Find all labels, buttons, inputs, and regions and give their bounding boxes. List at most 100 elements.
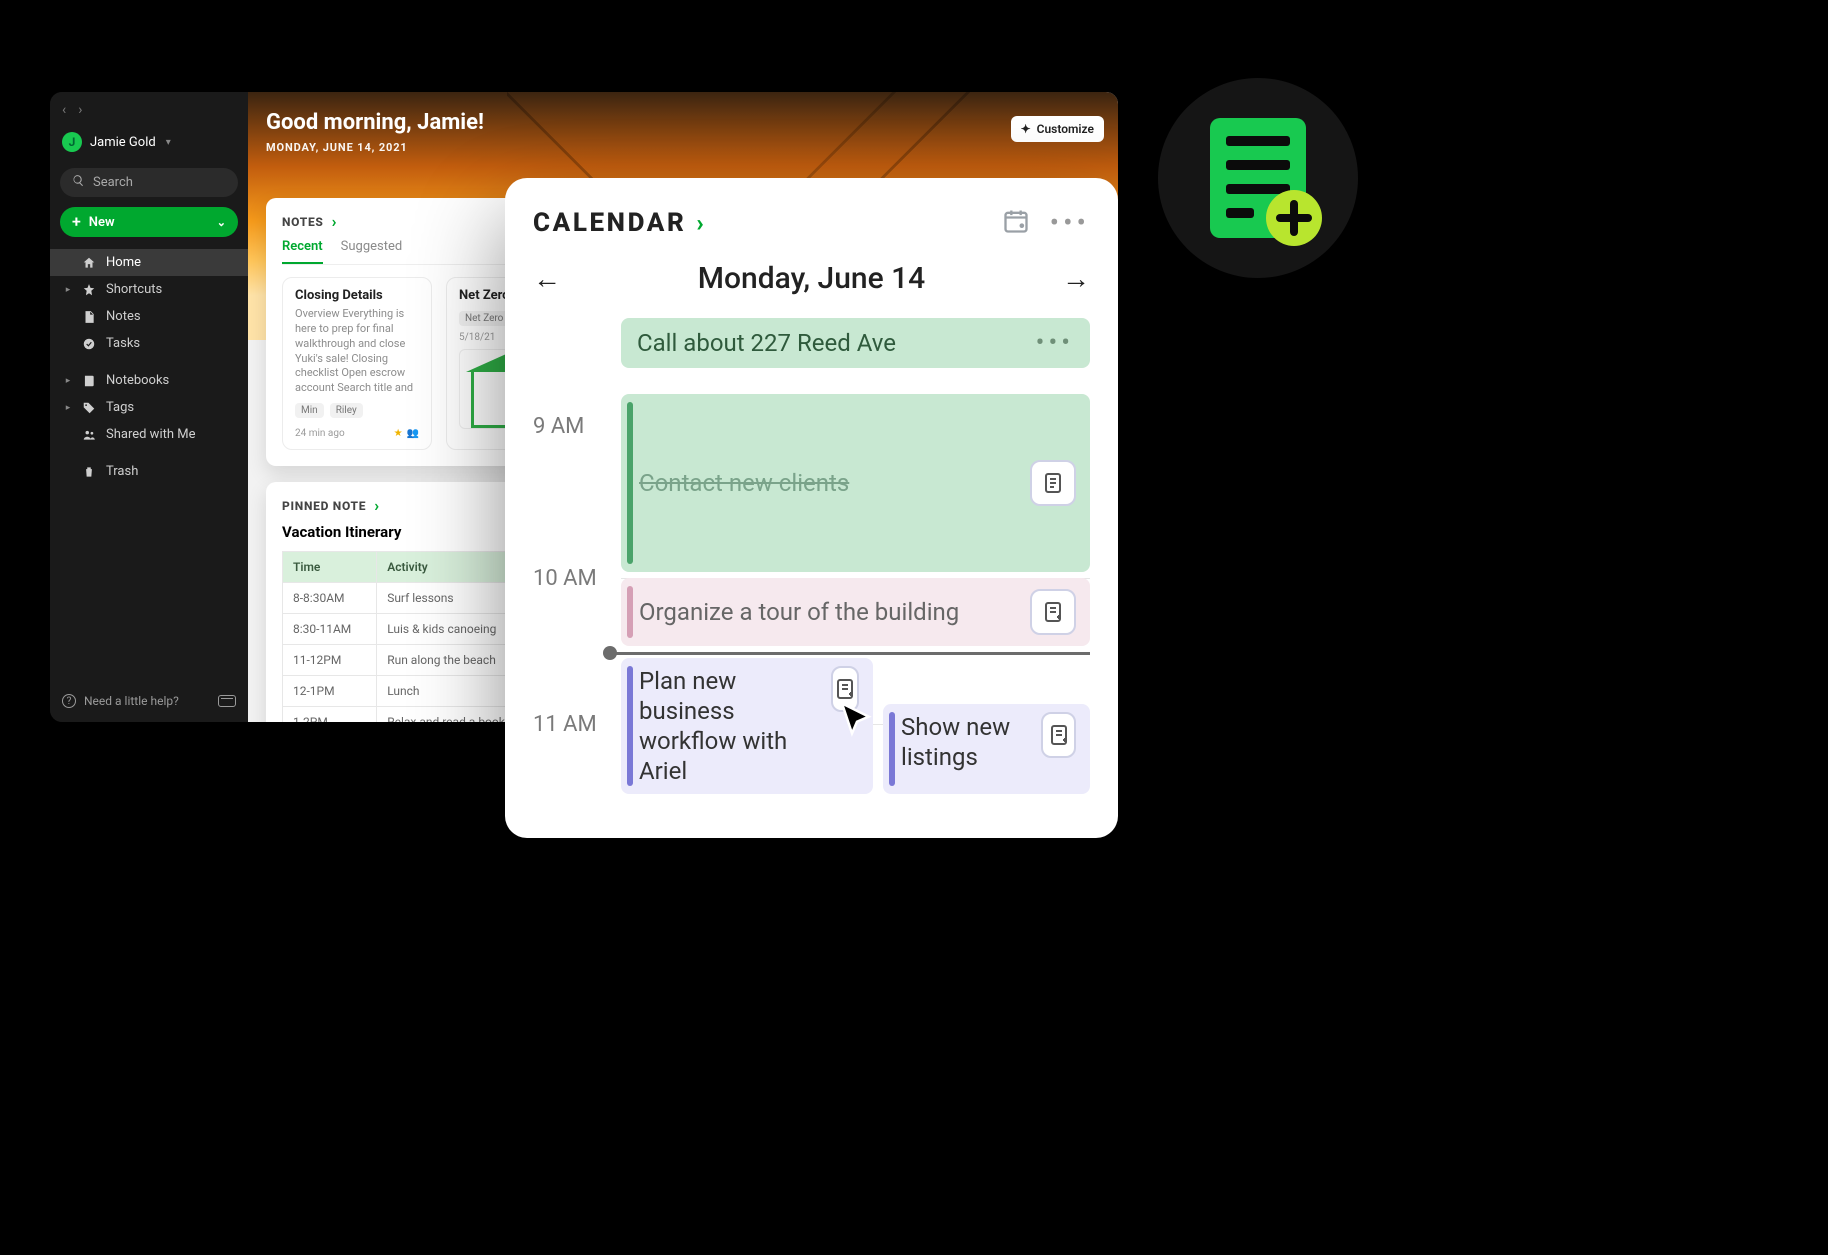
people-icon [82,428,96,442]
greeting-date: MONDAY, JUNE 14, 2021 [266,141,484,154]
search-icon [72,174,85,191]
sidebar-item-notes[interactable]: Notes [50,303,248,330]
tab-suggested[interactable]: Suggested [341,239,403,264]
table-row: 1-2PMRelax and read a book [283,707,542,723]
user-menu[interactable]: J Jamie Gold ▾ [62,132,236,152]
sidebar: ‹ › J Jamie Gold ▾ Search + New ⌄ [50,92,248,722]
customize-label: Customize [1037,122,1094,136]
create-note-icon[interactable] [831,666,859,712]
note-card-title: Closing Details [295,288,419,303]
new-button-label: New [89,215,115,230]
customize-button[interactable]: ✦ Customize [1011,116,1104,142]
sidebar-item-label: Shared with Me [106,427,196,442]
table-row: 11-12PMRun along the beach [283,645,542,676]
event-title: Call about 227 Reed Ave [637,329,896,357]
sidebar-item-home[interactable]: Home [50,249,248,276]
tag-chip: Net Zero [459,311,509,326]
event-title: Plan new business workflow with Ariel [639,666,823,786]
avatar: J [62,132,82,152]
calendar-title: CALENDAR [533,208,686,238]
note-card[interactable]: Closing Details Overview Everything is h… [282,277,432,450]
chevron-right-icon[interactable]: › [374,496,379,515]
sidebar-item-shared[interactable]: Shared with Me [50,421,248,448]
shared-icon: 👥 [407,428,419,439]
new-note-badge[interactable] [1158,78,1358,278]
sidebar-item-tags[interactable]: ▸ Tags [50,394,248,421]
calendar-event[interactable]: Show new listings [883,704,1090,794]
star-icon: ★ [394,428,403,439]
more-icon[interactable]: ••• [1050,206,1090,239]
event-title: Contact new clients [639,469,849,497]
table-row: 8-8:30AMSurf lessons [283,583,542,614]
event-color-bar [889,712,895,786]
create-note-icon[interactable] [1030,589,1076,635]
tag-chip: Riley [330,403,363,418]
calendar-icon[interactable] [1002,207,1030,239]
sidebar-item-label: Trash [106,464,138,479]
table-row: 12-1PMLunch [283,676,542,707]
panel-title: NOTES [282,215,324,229]
nav-forward-icon[interactable]: › [78,102,82,118]
chevron-down-icon: ▾ [166,137,171,148]
nav-back-icon[interactable]: ‹ [62,102,66,118]
calendar-widget: CALENDAR › ••• ← Monday, June 14 → Call … [505,178,1118,838]
current-time-indicator [609,652,1090,655]
sidebar-item-label: Notes [106,309,141,324]
calendar-event[interactable]: Organize a tour of the building [621,578,1090,646]
tag-icon [82,401,96,415]
prev-day-button[interactable]: ← [533,262,561,295]
note-card-age: 24 min ago [295,428,345,439]
chevron-right-icon[interactable]: › [332,212,337,231]
calendar-event[interactable]: Plan new business workflow with Ariel [621,658,873,794]
sidebar-item-tasks[interactable]: Tasks [50,330,248,357]
trash-icon [82,465,96,479]
note-card-preview: Overview Everything is here to prep for … [295,307,419,395]
notebook-icon [82,374,96,388]
open-note-icon[interactable] [1030,460,1076,506]
sidebar-item-label: Tasks [106,336,140,351]
sidebar-item-label: Notebooks [106,373,169,388]
chevron-down-icon: ⌄ [217,216,226,229]
more-icon[interactable]: ••• [1036,328,1074,358]
event-color-bar [627,402,633,564]
calendar-event[interactable]: Contact new clients [621,394,1090,572]
search-input[interactable]: Search [60,168,238,197]
all-day-event[interactable]: Call about 227 Reed Ave ••• [621,318,1090,368]
search-placeholder: Search [93,175,133,190]
sidebar-item-label: Home [106,255,141,270]
note-icon [82,310,96,324]
new-button[interactable]: + New ⌄ [60,207,238,237]
pinned-note-title: Vacation Itinerary [282,523,542,541]
event-color-bar [627,666,633,786]
next-day-button[interactable]: → [1062,262,1090,295]
event-color-bar [627,586,633,638]
panel-title: PINNED NOTE [282,499,366,513]
hour-label: 10 AM [533,566,597,591]
current-time-dot [603,646,617,660]
expand-icon: ▸ [64,403,72,413]
hour-label: 9 AM [533,414,584,439]
expand-icon: ▸ [64,285,72,295]
create-note-icon[interactable] [1041,712,1076,758]
calendar-date: Monday, June 14 [698,261,925,296]
star-icon [82,283,96,297]
help-icon: ? [62,694,76,708]
user-name: Jamie Gold [90,135,156,150]
keyboard-shortcuts-icon[interactable] [218,695,236,707]
event-title: Show new listings [901,712,1041,772]
expand-icon: ▸ [64,376,72,386]
greeting-title: Good morning, Jamie! [266,110,484,135]
tag-chip: Min [295,403,324,418]
event-title: Organize a tour of the building [639,598,959,626]
help-link[interactable]: ? Need a little help? [62,694,179,708]
tab-recent[interactable]: Recent [282,239,323,264]
sidebar-item-notebooks[interactable]: ▸ Notebooks [50,367,248,394]
sidebar-item-shortcuts[interactable]: ▸ Shortcuts [50,276,248,303]
table-row: 8:30-11AMLuis & kids canoeing [283,614,542,645]
hour-label: 11 AM [533,712,597,737]
plus-icon: + [72,214,81,230]
chevron-right-icon[interactable]: › [696,209,703,237]
sidebar-item-label: Tags [106,400,134,415]
table-header: Time [283,552,377,583]
sidebar-item-trash[interactable]: Trash [50,458,248,485]
